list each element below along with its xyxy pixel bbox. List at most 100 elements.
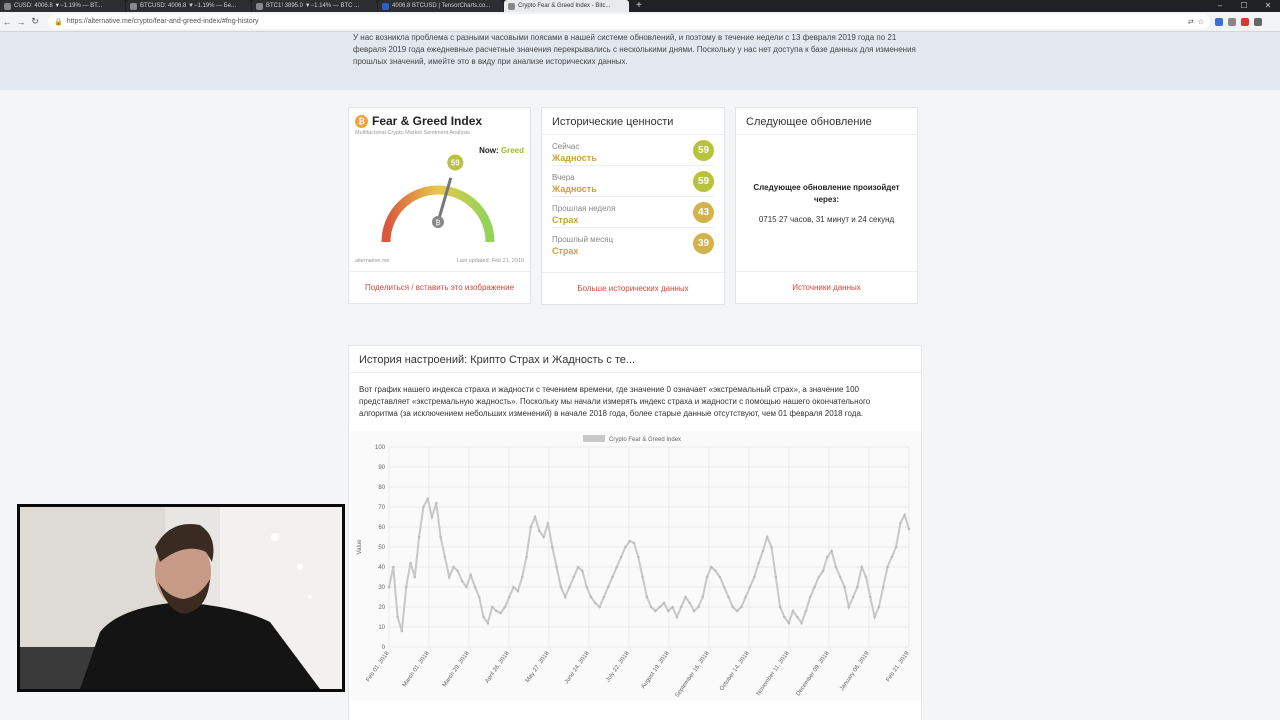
reload-icon[interactable]: ↻: [28, 16, 42, 27]
y-tick-label: 20: [378, 605, 385, 611]
tab-title: Crypto Fear & Greed Index - Bitc...: [518, 3, 611, 9]
fng-footer: alternative.me Last updated: Feb 21, 201…: [355, 258, 524, 264]
history-row-label: Сейчас: [552, 142, 580, 151]
minimize-icon[interactable]: –: [1208, 0, 1232, 12]
series-point: [645, 595, 649, 599]
series-point: [594, 601, 597, 605]
series-point: [761, 549, 765, 553]
series-point: [838, 575, 842, 579]
series-point: [508, 595, 511, 599]
browser-tab[interactable]: BTCUSD: 4006.8 ▼−1.19% — Бе...: [126, 0, 251, 12]
series-point: [907, 527, 911, 531]
series-point: [735, 609, 739, 613]
series-point: [628, 539, 631, 543]
series-point: [581, 569, 584, 573]
series-point: [469, 573, 472, 577]
series-point: [641, 575, 644, 579]
y-axis-label: Value: [357, 539, 363, 555]
series-point: [602, 595, 606, 599]
menu-icon[interactable]: [1254, 17, 1262, 26]
data-sources-link[interactable]: Источники данных: [736, 271, 917, 303]
series-point: [649, 605, 653, 609]
series-point: [873, 615, 876, 619]
next-update-text: Следующее обновление произойдет через:: [753, 183, 900, 204]
series-point: [834, 565, 838, 569]
extension-icon[interactable]: [1215, 17, 1223, 26]
series-point: [658, 605, 661, 609]
timezone-notice: У нас возникла проблема с разными часовы…: [0, 32, 1280, 90]
tab-title: 4006.8 BTCUSD | TensorCharts.co...: [392, 3, 491, 9]
series-point: [688, 601, 692, 605]
series-point: [430, 515, 434, 519]
historical-values-card: Исторические ценности Сейчас Жадность 59…: [541, 107, 725, 305]
series-point: [542, 535, 545, 539]
series-point: [559, 585, 563, 589]
history-row-value: Жадность: [552, 184, 597, 194]
series-point: [576, 565, 580, 569]
history-row-now: Сейчас Жадность 59: [552, 135, 714, 166]
series-point: [903, 513, 906, 517]
extension-icon[interactable]: [1228, 17, 1236, 26]
series-point: [551, 545, 554, 549]
legend-swatch: [583, 435, 605, 442]
tab-favicon-icon: [130, 2, 137, 10]
maximize-icon[interactable]: ☐: [1232, 0, 1256, 12]
url-input[interactable]: 🔒 https://alternative.me/crypto/fear-and…: [48, 14, 1210, 29]
forward-icon[interactable]: →: [14, 17, 28, 27]
history-row-label: Вчера: [552, 173, 575, 182]
history-score-badge: 59: [693, 171, 714, 192]
browser-tab[interactable]: 4006.8 BTCUSD | TensorCharts.co...: [378, 0, 503, 12]
translate-icon[interactable]: ⇄: [1188, 18, 1194, 26]
fng-last-updated: Last updated: Feb 21, 2019: [456, 258, 524, 264]
series-point: [817, 575, 821, 579]
series-point: [748, 585, 752, 589]
bookmark-star-icon[interactable]: ☆: [1198, 18, 1204, 26]
browser-tab[interactable]: BTC1! 3895.0 ▼−1.14% — BTC ...: [252, 0, 377, 12]
series-point: [443, 555, 447, 559]
series-point: [671, 605, 674, 609]
series-point: [447, 575, 451, 579]
tab-favicon-icon: [4, 2, 11, 10]
tab-title: BTC1! 3895.0 ▼−1.14% — BTC ...: [266, 3, 360, 9]
series-point: [585, 585, 588, 589]
series-point: [589, 595, 593, 599]
series-point: [452, 565, 455, 569]
series-point: [503, 605, 507, 609]
series-point: [667, 609, 670, 613]
browser-tab[interactable]: CUSD: 4006.8 ▼−1.19% — BT...: [0, 0, 125, 12]
more-history-link[interactable]: Больше исторических данных: [542, 272, 724, 304]
series-point: [387, 585, 391, 589]
new-tab-button[interactable]: +: [630, 0, 648, 12]
series-point: [851, 595, 855, 599]
series-point: [611, 575, 614, 579]
history-row-last-month: Прошлый месяц Страх 39: [552, 228, 714, 259]
share-embed-link[interactable]: Поделиться / вставить это изображение: [349, 271, 530, 303]
y-tick-label: 40: [378, 565, 385, 571]
series-point: [757, 561, 760, 565]
series-point: [460, 579, 464, 583]
series-point: [826, 555, 829, 559]
series-point: [473, 585, 477, 589]
gauge-hub-glyph: ₿: [435, 219, 440, 227]
series-point: [477, 595, 481, 599]
close-icon[interactable]: ✕: [1256, 0, 1280, 12]
series-point: [675, 615, 679, 619]
series-point: [899, 521, 902, 525]
browser-tab-active[interactable]: Crypto Fear & Greed Index - Bitc...: [504, 0, 629, 12]
history-row-label: Прошлый месяц: [552, 235, 614, 244]
fng-history-chart: Crypto Fear & Greed Index010203040506070…: [351, 431, 921, 701]
series-point: [486, 621, 490, 625]
extension-icon[interactable]: [1241, 17, 1249, 26]
history-row-last-week: Прошлая неделя Страх 43: [552, 197, 714, 228]
series-point: [435, 501, 438, 505]
series-point: [546, 521, 550, 525]
series-point: [697, 605, 700, 609]
series-point: [615, 565, 619, 569]
webcam-person-image: [20, 507, 342, 689]
series-point: [714, 569, 717, 573]
series-point: [392, 565, 395, 569]
y-tick-label: 70: [378, 505, 385, 511]
back-icon[interactable]: ←: [0, 17, 14, 27]
series-point: [804, 609, 808, 613]
history-row-value: Страх: [552, 215, 579, 225]
